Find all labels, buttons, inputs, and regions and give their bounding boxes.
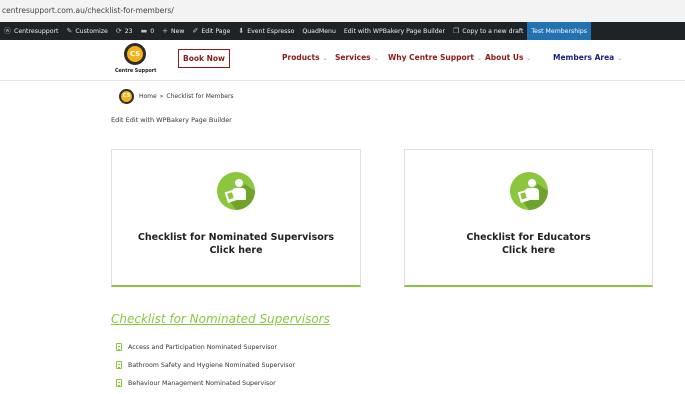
chevron-down-icon: ⌄ xyxy=(476,55,482,62)
admin-bar-wpbakery[interactable]: Edit with WPBakery Page Builder xyxy=(340,22,449,40)
reading-person-icon xyxy=(217,172,255,210)
card-nominated-supervisors[interactable]: Checklist for Nominated Supervisors Clic… xyxy=(111,149,361,287)
copy-icon: ❐ xyxy=(453,27,460,35)
edit-icon: ✐ xyxy=(192,27,199,35)
admin-bar-comments[interactable]: ▬ 0 xyxy=(137,22,159,40)
admin-bar-updates[interactable]: ⟳ 23 xyxy=(112,22,137,40)
checklist-list: Access and Participation Nominated Super… xyxy=(116,338,295,392)
card-title: Checklist for Nominated Supervisors xyxy=(137,232,335,243)
admin-bar-copy-draft[interactable]: ❐ Copy to a new draft xyxy=(449,22,527,40)
nav-why-centre-support[interactable]: Why Centre Support ⌄ xyxy=(388,48,482,68)
pencil-icon: ✎ xyxy=(66,27,73,35)
chevron-down-icon: ⌄ xyxy=(322,55,328,62)
list-item[interactable]: Behaviour Management Nominated Superviso… xyxy=(116,374,295,392)
breadcrumb-separator: » xyxy=(159,92,164,100)
browser-url-bar[interactable]: centresupport.com.au/checklist-for-membe… xyxy=(0,0,685,22)
nav-members-area[interactable]: Members Area ⌄ xyxy=(553,48,622,68)
logo-badge: CS xyxy=(124,43,146,65)
document-icon xyxy=(116,343,122,351)
chevron-down-icon: ⌄ xyxy=(373,55,379,62)
breadcrumb-home[interactable]: Home xyxy=(139,93,157,100)
admin-bar-quadmenu[interactable]: QuadMenu xyxy=(298,22,340,40)
breadcrumb-logo-icon: CS xyxy=(119,88,134,104)
comment-icon: ▬ xyxy=(140,27,148,35)
card-educators[interactable]: Checklist for Educators Click here xyxy=(404,149,653,287)
card-cta[interactable]: Click here xyxy=(405,245,652,256)
refresh-icon: ⟳ xyxy=(115,27,122,35)
card-title: Checklist for Educators xyxy=(466,232,591,243)
chevron-down-icon: ⌄ xyxy=(526,55,532,62)
admin-bar-customize[interactable]: ✎ Customize xyxy=(62,22,111,40)
admin-bar-test-memberships[interactable]: Test Memberships xyxy=(527,22,592,40)
site-logo[interactable]: CS Centre Support xyxy=(115,43,157,79)
breadcrumb-current: Checklist for Members xyxy=(166,92,234,100)
document-icon xyxy=(116,361,122,369)
wp-admin-bar: ⓦ Centresupport ✎ Customize ⟳ 23 ▬ 0 + N… xyxy=(0,22,685,40)
wordpress-icon: ⓦ xyxy=(4,27,11,35)
card-cta[interactable]: Click here xyxy=(112,245,360,256)
breadcrumb: CS Home » Checklist for Members xyxy=(119,87,234,105)
ticket-icon: ⬇ xyxy=(238,27,245,35)
list-item[interactable]: Bathroom Safety and Hygiene Nominated Su… xyxy=(116,356,295,374)
section-title-link[interactable]: Checklist for Nominated Supervisors xyxy=(111,312,330,326)
nav-services[interactable]: Services ⌄ xyxy=(335,48,379,68)
admin-bar-event-espresso[interactable]: ⬇ Event Espresso xyxy=(234,22,298,40)
admin-bar-new[interactable]: + New xyxy=(158,22,188,40)
nav-products[interactable]: Products ⌄ xyxy=(282,48,328,68)
admin-bar-site[interactable]: ⓦ Centresupport xyxy=(0,22,62,40)
site-header: CS Centre Support Book Now Products ⌄ Ser… xyxy=(0,40,685,81)
document-icon xyxy=(116,379,122,387)
admin-bar-edit-page[interactable]: ✐ Edit Page xyxy=(189,22,235,40)
logo-text: Centre Support xyxy=(115,69,157,74)
list-item[interactable]: Access and Participation Nominated Super… xyxy=(116,338,295,356)
book-now-button[interactable]: Book Now xyxy=(178,49,230,68)
url-text: centresupport.com.au/checklist-for-membe… xyxy=(2,6,174,15)
chevron-down-icon: ⌄ xyxy=(617,55,623,62)
edit-links[interactable]: Edit Edit with WPBakery Page Builder xyxy=(111,116,232,124)
reading-person-icon xyxy=(509,172,548,210)
plus-icon: + xyxy=(162,27,168,35)
nav-about-us[interactable]: About Us ⌄ xyxy=(485,48,531,68)
